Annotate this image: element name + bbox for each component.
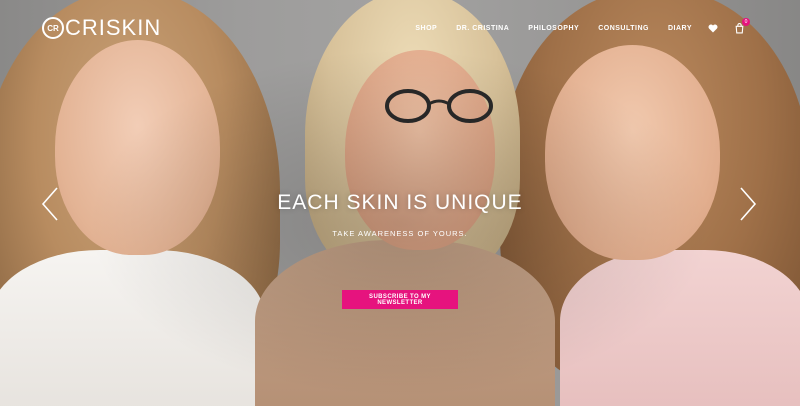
hero-photo-woman-left-shirt [0,250,265,406]
cart-count-badge: 0 [742,18,750,26]
heart-icon [708,24,718,33]
logo-mark: CR [42,17,64,39]
logo-text: CRISKIN [65,15,162,40]
subscribe-newsletter-button[interactable]: SUBSCRIBE TO MY NEWSLETTER [342,290,458,309]
hero-photo-woman-right-face [545,45,720,260]
nav-item-philosophy[interactable]: PHILOSOPHY [528,25,579,32]
hero-photo-woman-right-blouse [560,250,800,406]
glasses-graphic [385,89,493,123]
hero-photo-woman-left-face [55,40,220,255]
nav-item-shop[interactable]: SHOP [415,25,437,32]
cart-button[interactable]: 0 [734,18,750,34]
hero-subline: TAKE AWARENESS OF YOURS. [332,229,468,238]
hero-photo-woman-center-sweater [255,240,555,406]
site-logo[interactable]: CR CRISKIN [42,15,161,41]
hero-headline: EACH SKIN IS UNIQUE [277,191,523,214]
nav-item-consulting[interactable]: CONSULTING [598,25,649,32]
main-nav: SHOP DR. CRISTINA PHILOSOPHY CONSULTING … [396,18,750,34]
hero-slider: CR CRISKIN SHOP DR. CRISTINA PHILOSOPHY … [0,0,800,406]
wishlist-button[interactable] [708,24,718,33]
nav-item-dr-cristina[interactable]: DR. CRISTINA [456,25,509,32]
nav-item-diary[interactable]: DIARY [668,25,692,32]
hero-photo-woman-center-face [345,50,495,250]
